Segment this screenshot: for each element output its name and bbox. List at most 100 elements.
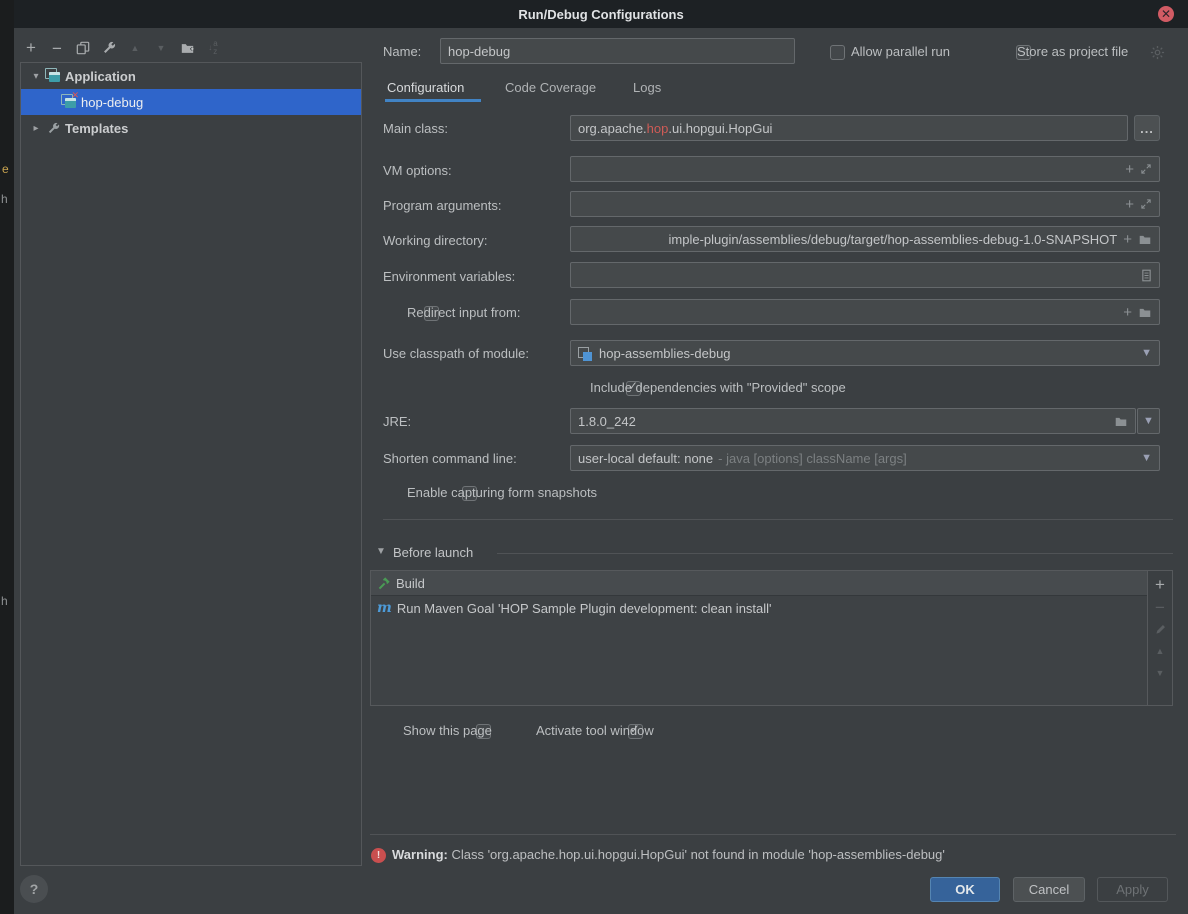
before-launch-divider <box>497 553 1173 554</box>
sort-alphabetically-icon[interactable]: ↓az <box>205 40 221 56</box>
vm-options-input[interactable]: + <box>570 156 1160 182</box>
ok-button[interactable]: OK <box>930 877 1000 902</box>
name-input[interactable]: hop-debug <box>440 38 795 64</box>
form-snapshots-label: Enable capturing form snapshots <box>407 485 597 500</box>
jre-dropdown-button[interactable]: ▼ <box>1137 408 1160 434</box>
browse-folder-icon[interactable] <box>1114 415 1128 428</box>
help-button[interactable]: ? <box>20 875 48 903</box>
edit-templates-wrench-icon[interactable] <box>101 40 117 56</box>
provided-scope-label: Include dependencies with "Provided" sco… <box>590 380 846 395</box>
allow-parallel-run-label: Allow parallel run <box>851 44 950 59</box>
working-directory-input[interactable]: imple-plugin/assemblies/debug/target/hop… <box>570 226 1160 252</box>
before-launch-list: Build m Run Maven Goal 'HOP Sample Plugi… <box>370 570 1148 706</box>
warning-icon: ! <box>371 848 386 863</box>
activate-tool-window-label: Activate tool window <box>536 723 654 738</box>
chevron-right-icon[interactable]: ▸ <box>29 123 43 134</box>
dialog-title: Run/Debug Configurations <box>518 7 683 22</box>
classpath-module-label: Use classpath of module: <box>383 346 529 361</box>
collapse-arrow-icon[interactable]: ▼ <box>376 546 386 557</box>
allow-parallel-run-checkbox[interactable] <box>830 45 845 60</box>
chevron-down-icon[interactable]: ▾ <box>29 71 43 82</box>
vm-options-label: VM options: <box>383 163 452 178</box>
move-up-icon[interactable]: ▲ <box>127 40 143 56</box>
main-class-value-error: hop <box>647 121 669 136</box>
browse-folder-icon[interactable] <box>1138 306 1152 319</box>
store-settings-gear-icon[interactable] <box>1149 44 1165 60</box>
main-class-input[interactable]: org.apache.hop.ui.hopgui.HopGui <box>570 115 1128 141</box>
new-folder-icon[interactable] <box>179 40 195 56</box>
before-launch-toolbar: + − ▲ ▼ <box>1148 570 1173 706</box>
name-label: Name: <box>383 44 421 59</box>
expand-editor-icon[interactable] <box>1140 198 1152 210</box>
show-this-page-label: Show this page <box>403 723 492 738</box>
close-icon[interactable]: ✕ <box>1158 6 1174 22</box>
background-text-fragment: e <box>2 162 9 176</box>
move-down-icon[interactable]: ▼ <box>153 40 169 56</box>
configurations-toolbar: + − ▲ ▼ ↓az <box>23 40 221 56</box>
add-icon[interactable]: + <box>1152 577 1168 593</box>
application-broken-icon: ✕ <box>61 94 77 110</box>
chevron-down-icon[interactable]: ▼ <box>1141 452 1152 464</box>
program-arguments-input[interactable]: + <box>570 191 1160 217</box>
tab-configuration[interactable]: Configuration <box>387 80 464 95</box>
main-class-value-suffix: .ui.hopgui.HopGui <box>668 121 772 136</box>
tab-logs[interactable]: Logs <box>633 80 661 95</box>
environment-variables-label: Environment variables: <box>383 269 515 284</box>
shorten-command-line-combobox[interactable]: user-local default: none - java [options… <box>570 445 1160 471</box>
remove-icon[interactable]: − <box>1152 599 1168 615</box>
jre-label: JRE: <box>383 414 411 429</box>
warning-text: Class 'org.apache.hop.ui.hopgui.HopGui' … <box>448 847 945 862</box>
name-value: hop-debug <box>448 44 510 59</box>
macro-plus-icon[interactable]: + <box>1123 233 1132 246</box>
tab-code-coverage[interactable]: Code Coverage <box>505 80 596 95</box>
warning-message: Warning: Class 'org.apache.hop.ui.hopgui… <box>392 847 945 862</box>
maven-icon: m <box>377 601 392 615</box>
before-launch-title: Before launch <box>393 545 473 560</box>
move-up-icon[interactable]: ▲ <box>1152 643 1168 659</box>
main-class-browse-button[interactable]: ... <box>1134 115 1160 141</box>
before-launch-item-label: Build <box>396 576 425 591</box>
tree-group-templates[interactable]: ▸ Templates <box>21 115 361 141</box>
before-launch-item-label: Run Maven Goal 'HOP Sample Plugin develo… <box>397 601 772 616</box>
tree-group-label: Application <box>65 69 136 84</box>
warning-label: Warning: <box>392 847 448 862</box>
macro-plus-icon[interactable]: + <box>1123 306 1132 319</box>
module-icon <box>578 345 594 361</box>
edit-pencil-icon[interactable] <box>1152 621 1168 637</box>
shorten-command-line-label: Shorten command line: <box>383 451 517 466</box>
chevron-down-icon[interactable]: ▼ <box>1141 347 1152 359</box>
macro-plus-icon[interactable]: + <box>1125 198 1134 211</box>
redirect-input-field[interactable]: + <box>570 299 1160 325</box>
expand-editor-icon[interactable] <box>1140 163 1152 175</box>
before-launch-item-maven[interactable]: m Run Maven Goal 'HOP Sample Plugin deve… <box>371 596 1147 620</box>
active-tab-underline <box>385 99 481 102</box>
apply-button: Apply <box>1097 877 1168 902</box>
edit-variables-icon[interactable] <box>1141 269 1152 282</box>
working-directory-label: Working directory: <box>383 233 488 248</box>
configurations-tree: ▾ Application ✕ hop-debug ▸ Templates <box>20 62 362 866</box>
macro-plus-icon[interactable]: + <box>1125 163 1134 176</box>
store-as-project-file-label: Store as project file <box>1017 44 1128 59</box>
browse-folder-icon[interactable] <box>1138 233 1152 246</box>
cancel-button[interactable]: Cancel <box>1013 877 1085 902</box>
move-down-icon[interactable]: ▼ <box>1152 665 1168 681</box>
before-launch-item-build[interactable]: Build <box>371 571 1147 596</box>
environment-variables-input[interactable] <box>570 262 1160 288</box>
classpath-module-value: hop-assemblies-debug <box>599 346 731 361</box>
redirect-input-label: Redirect input from: <box>407 305 520 320</box>
jre-combobox[interactable]: 1.8.0_242 <box>570 408 1136 434</box>
tree-group-application[interactable]: ▾ Application <box>21 63 361 89</box>
copy-configuration-icon[interactable] <box>75 40 91 56</box>
remove-configuration-icon[interactable]: − <box>49 40 65 56</box>
background-text-fragment: h <box>1 594 8 608</box>
run-debug-configurations-window: e h h Run/Debug Configurations ✕ + − ▲ ▼… <box>0 0 1188 914</box>
jre-value: 1.8.0_242 <box>578 414 636 429</box>
templates-wrench-icon <box>45 120 61 136</box>
section-divider <box>383 519 1173 520</box>
shorten-command-line-value: user-local default: none <box>578 451 713 466</box>
classpath-module-combobox[interactable]: hop-assemblies-debug ▼ <box>570 340 1160 366</box>
add-configuration-icon[interactable]: + <box>23 40 39 56</box>
tree-item-hop-debug[interactable]: ✕ hop-debug <box>21 89 361 115</box>
program-arguments-label: Program arguments: <box>383 198 502 213</box>
background-text-fragment: h <box>1 192 8 206</box>
